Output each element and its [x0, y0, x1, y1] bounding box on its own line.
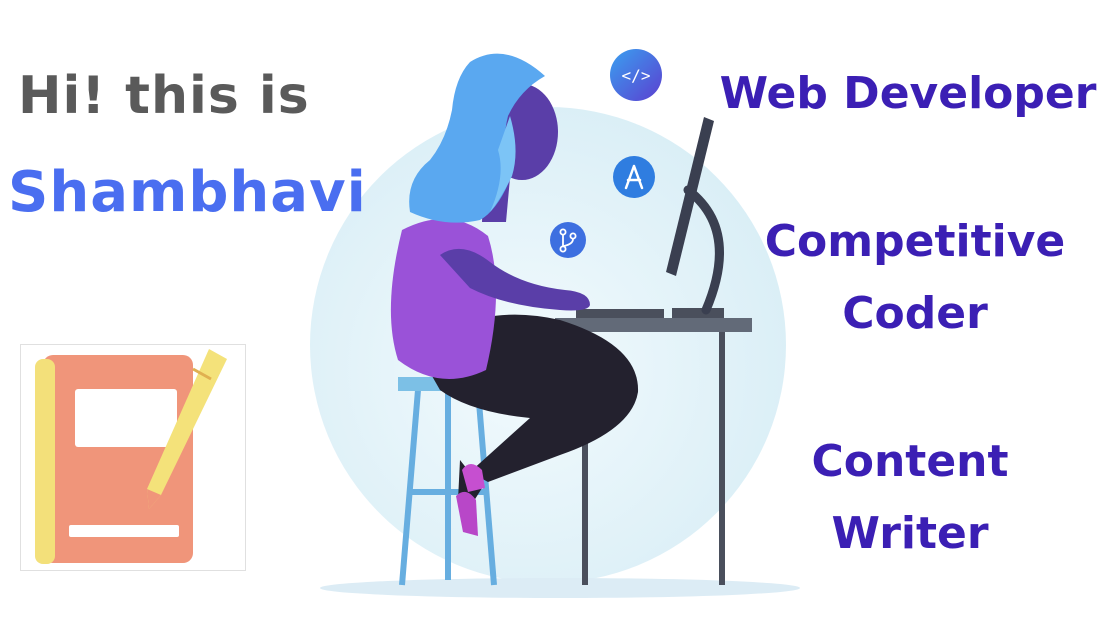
- role-label: Competitive: [764, 216, 1066, 267]
- notebook-image: [20, 344, 246, 571]
- role-web-developer: Web Developer: [718, 58, 1098, 130]
- role-content-writer: Content Writer: [760, 426, 1060, 570]
- greeting-text: Hi! this is: [18, 66, 310, 126]
- role-competitive-coder: Competitive Coder: [740, 206, 1090, 350]
- role-label: Writer: [831, 508, 989, 559]
- keyboard: [576, 309, 664, 318]
- name-text: Shambhavi: [8, 160, 367, 225]
- mouse: [672, 308, 724, 318]
- floor-shadow: [320, 578, 800, 598]
- git-branch-icon: [550, 222, 586, 258]
- notebook-pen-icon: [35, 349, 227, 564]
- code-icon: </>: [610, 49, 662, 101]
- role-label: Content: [811, 436, 1009, 487]
- role-label: Coder: [842, 288, 988, 339]
- svg-text:</>: </>: [622, 66, 651, 85]
- design-tool-icon: [613, 156, 655, 198]
- role-label: Web Developer: [719, 68, 1097, 119]
